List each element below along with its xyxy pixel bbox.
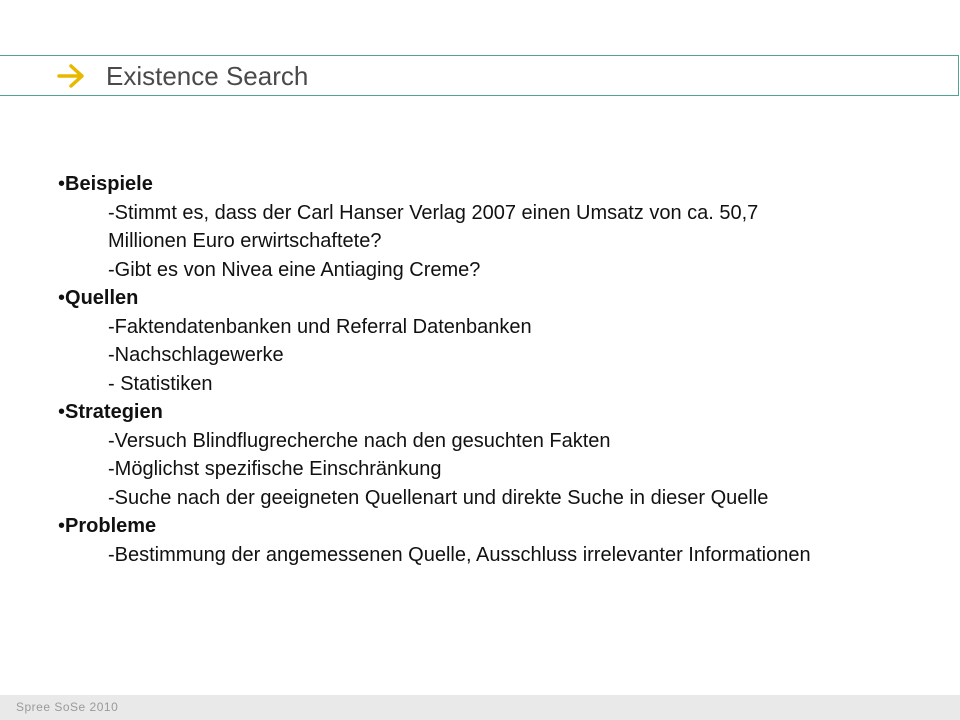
section-heading-quellen: Quellen (58, 284, 858, 313)
section-heading-strategien: Strategien (58, 398, 858, 427)
list-item: -Möglichst spezifische Einschränkung (108, 458, 442, 480)
title-bar: Existence Search (0, 55, 959, 96)
slide-content: Beispiele -Stimmt es, dass der Carl Hans… (58, 170, 858, 569)
footer-bar: Spree SoSe 2010 (0, 695, 960, 720)
list-item: -Stimmt es, dass der Carl Hanser Verlag … (108, 201, 759, 253)
list-item: -Suche nach der geeigneten Quellenart un… (108, 486, 769, 509)
page-title: Existence Search (106, 61, 309, 91)
list-item: -Gibt es von Nivea eine Antiaging Creme? (108, 258, 481, 281)
list-item: -Faktendatenbanken und Referral Datenban… (108, 315, 532, 338)
list-item: -Versuch Blindflugrecherche nach den ges… (108, 429, 611, 452)
section-heading-probleme: Probleme (58, 512, 858, 541)
section-heading-beispiele: Beispiele (58, 170, 858, 199)
list-item: -Nachschlagewerke (108, 344, 284, 366)
arrow-right-icon (57, 64, 84, 88)
list-item: -Bestimmung der angemessenen Quelle, Aus… (108, 543, 811, 566)
list-item: - Statistiken (108, 372, 213, 395)
footer-text: Spree SoSe 2010 (16, 700, 119, 714)
